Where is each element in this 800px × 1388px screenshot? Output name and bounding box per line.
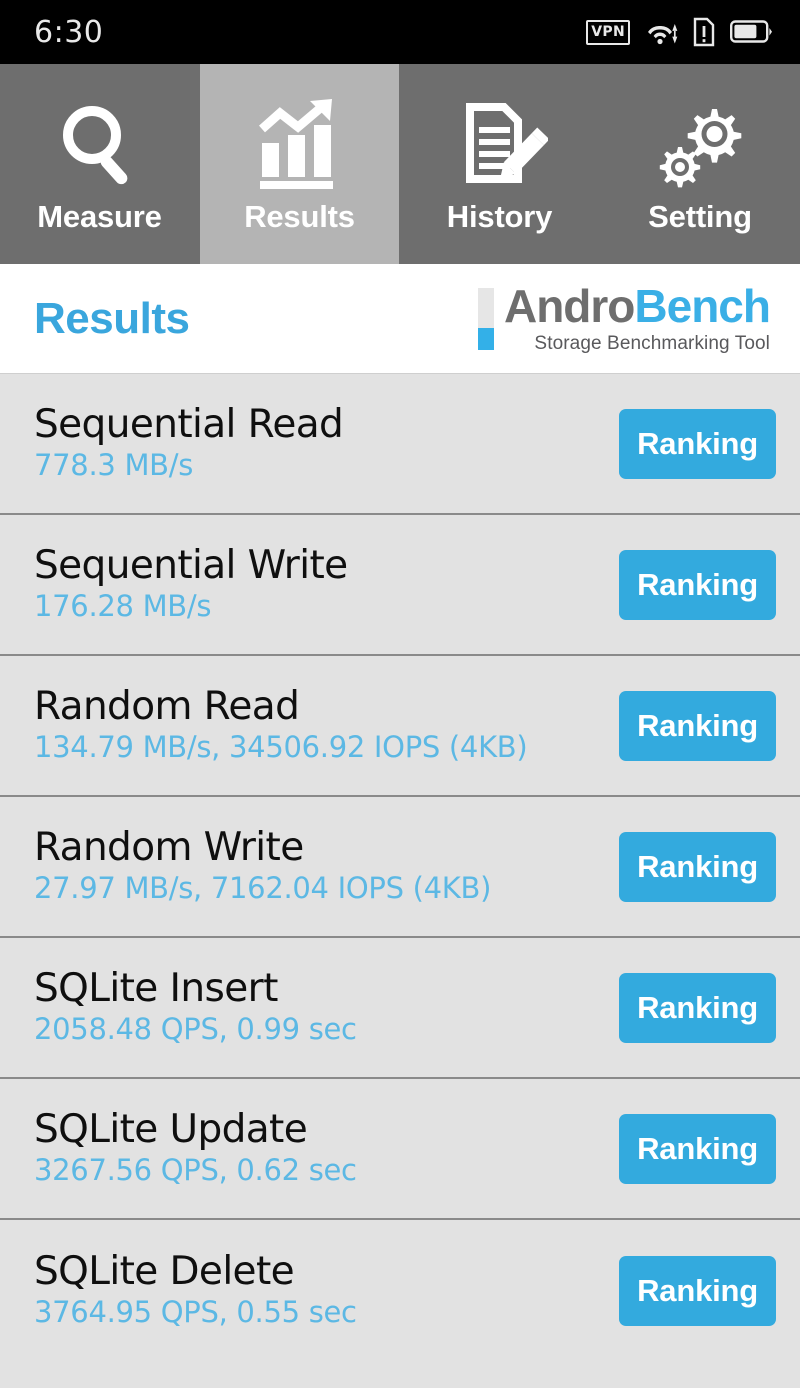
row-text-group: Sequential Read 778.3 MB/s bbox=[34, 402, 344, 483]
status-clock: 6:30 bbox=[34, 14, 104, 50]
logo-tagline: Storage Benchmarking Tool bbox=[534, 332, 770, 354]
page-title: Results bbox=[34, 293, 190, 343]
result-title: Random Read bbox=[34, 684, 300, 730]
result-row-sqlite-delete[interactable]: SQLite Delete 3764.95 QPS, 0.55 sec Rank… bbox=[0, 1220, 800, 1361]
ranking-button[interactable]: Ranking bbox=[619, 549, 776, 620]
gears-icon bbox=[652, 93, 748, 197]
result-value: 3267.56 QPS, 0.62 sec bbox=[34, 1153, 357, 1188]
ranking-button[interactable]: Ranking bbox=[619, 690, 776, 761]
main-tab-bar: Measure Results History Setting bbox=[0, 64, 800, 264]
result-value: 2058.48 QPS, 0.99 sec bbox=[34, 1012, 357, 1047]
tab-label-results: Results bbox=[244, 199, 355, 234]
tab-measure[interactable]: Measure bbox=[0, 64, 200, 264]
document-pencil-icon bbox=[452, 93, 548, 197]
results-list: Sequential Read 778.3 MB/s Ranking Seque… bbox=[0, 374, 800, 1361]
ranking-button[interactable]: Ranking bbox=[619, 1113, 776, 1184]
ranking-button[interactable]: Ranking bbox=[619, 831, 776, 902]
tab-label-measure: Measure bbox=[37, 199, 162, 234]
wifi-icon bbox=[644, 17, 678, 47]
androbench-logo: AndroBench Storage Benchmarking Tool bbox=[477, 279, 771, 355]
result-row-random-read[interactable]: Random Read 134.79 MB/s, 34506.92 IOPS (… bbox=[0, 656, 800, 797]
result-title: SQLite Insert bbox=[34, 966, 278, 1012]
result-value: 27.97 MB/s, 7162.04 IOPS (4KB) bbox=[34, 871, 492, 906]
status-icon-group: VPN bbox=[586, 17, 774, 47]
page-header: Results AndroBench Storage Benchmarking … bbox=[0, 264, 800, 374]
result-row-sequential-write[interactable]: Sequential Write 176.28 MB/s Ranking bbox=[0, 515, 800, 656]
tab-label-history: History bbox=[446, 199, 553, 234]
ranking-button[interactable]: Ranking bbox=[619, 1255, 776, 1326]
result-title: SQLite Update bbox=[34, 1107, 308, 1153]
tab-label-setting: Setting bbox=[648, 199, 752, 234]
ranking-button[interactable]: Ranking bbox=[619, 408, 776, 479]
result-value: 3764.95 QPS, 0.55 sec bbox=[34, 1295, 357, 1330]
tab-history[interactable]: History bbox=[400, 64, 600, 264]
row-text-group: Random Write 27.97 MB/s, 7162.04 IOPS (4… bbox=[34, 825, 492, 906]
result-value: 134.79 MB/s, 34506.92 IOPS (4KB) bbox=[34, 730, 528, 765]
result-value: 778.3 MB/s bbox=[34, 448, 194, 483]
magnifier-icon bbox=[52, 93, 148, 197]
row-text-group: SQLite Insert 2058.48 QPS, 0.99 sec bbox=[34, 966, 357, 1047]
tab-results[interactable]: Results bbox=[200, 64, 400, 264]
app-screen: 6:30 VPN Measure Results History Setting… bbox=[0, 0, 800, 1388]
row-text-group: SQLite Update 3267.56 QPS, 0.62 sec bbox=[34, 1107, 357, 1188]
logo-bar-mark bbox=[477, 287, 494, 350]
logo-text-block: AndroBench Storage Benchmarking Tool bbox=[503, 279, 771, 355]
result-title: Sequential Write bbox=[34, 543, 348, 589]
result-row-sqlite-insert[interactable]: SQLite Insert 2058.48 QPS, 0.99 sec Rank… bbox=[0, 938, 800, 1079]
tab-setting[interactable]: Setting bbox=[600, 64, 800, 264]
result-value: 176.28 MB/s bbox=[34, 589, 212, 624]
status-bar: 6:30 VPN bbox=[0, 0, 800, 64]
result-title: Sequential Read bbox=[34, 402, 344, 448]
battery-icon bbox=[730, 19, 774, 45]
vpn-icon: VPN bbox=[586, 19, 630, 45]
result-row-sqlite-update[interactable]: SQLite Update 3267.56 QPS, 0.62 sec Rank… bbox=[0, 1079, 800, 1220]
bar-chart-trend-icon bbox=[252, 93, 348, 197]
logo-word-bench: Bench bbox=[634, 279, 771, 332]
row-text-group: Random Read 134.79 MB/s, 34506.92 IOPS (… bbox=[34, 684, 528, 765]
sim-alert-icon bbox=[692, 17, 716, 47]
result-row-random-write[interactable]: Random Write 27.97 MB/s, 7162.04 IOPS (4… bbox=[0, 797, 800, 938]
ranking-button[interactable]: Ranking bbox=[619, 972, 776, 1043]
result-title: SQLite Delete bbox=[34, 1249, 295, 1295]
logo-word-andro: Andro bbox=[503, 279, 635, 332]
logo-wordmark: AndroBench bbox=[503, 279, 771, 332]
result-title: Random Write bbox=[34, 825, 304, 871]
row-text-group: SQLite Delete 3764.95 QPS, 0.55 sec bbox=[34, 1249, 357, 1330]
row-text-group: Sequential Write 176.28 MB/s bbox=[34, 543, 348, 624]
result-row-sequential-read[interactable]: Sequential Read 778.3 MB/s Ranking bbox=[0, 374, 800, 515]
